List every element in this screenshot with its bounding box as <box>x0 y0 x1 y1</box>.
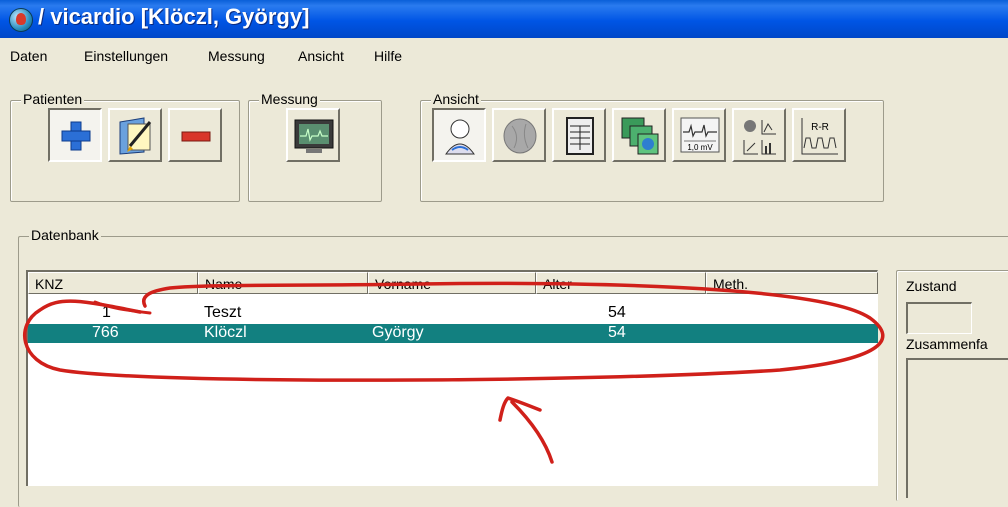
rr-interval-icon: R-R <box>801 118 838 155</box>
ansicht-group-label: Ansicht <box>431 91 481 107</box>
messung-group-label: Messung <box>259 91 320 107</box>
zustand-field[interactable] <box>906 302 972 334</box>
ecg-scale-label: 1,0 mV <box>687 143 713 152</box>
zusammenfassung-label: Zusammenfa <box>906 336 988 352</box>
view-rr-button[interactable]: R-R <box>792 108 846 162</box>
patienten-group-label: Patienten <box>21 91 85 107</box>
cell-name: Klöczl <box>204 324 247 341</box>
ecg-monitor-icon <box>294 119 334 153</box>
column-header-alter[interactable]: Alter <box>536 272 706 294</box>
add-patient-button[interactable] <box>48 108 102 162</box>
side-panel: Zustand Zusammenfa <box>896 270 1008 501</box>
menu-einstellungen[interactable]: Einstellungen <box>84 48 168 64</box>
zustand-label: Zustand <box>906 278 957 294</box>
plus-icon <box>61 121 91 151</box>
cell-knz: 1 <box>102 304 111 321</box>
remove-patient-button[interactable] <box>168 108 222 162</box>
column-header-vorname[interactable]: Vorname <box>368 272 536 294</box>
cell-alter: 54 <box>608 324 626 341</box>
zusammenfassung-field[interactable] <box>906 358 1008 498</box>
menu-ansicht[interactable]: Ansicht <box>298 48 344 64</box>
table-icon <box>566 117 594 155</box>
datenbank-label: Datenbank <box>29 227 101 243</box>
toolbar-area: Patienten Messung Ansicht 1,0 mV R-R <box>0 72 1008 208</box>
column-header-knz[interactable]: KNZ <box>28 272 198 294</box>
window-title: / vicardio [Klöczl, György] <box>38 4 310 29</box>
table-row-selected[interactable]: 766 Klöczl György 54 <box>28 324 878 343</box>
column-header-name[interactable]: Name <box>198 272 368 294</box>
menu-bar: Daten Einstellungen Messung Ansicht Hilf… <box>0 44 1008 70</box>
measurement-button[interactable] <box>286 108 340 162</box>
view-heart-button[interactable] <box>492 108 546 162</box>
stacked-images-icon <box>621 117 659 155</box>
heart-icon <box>503 118 537 154</box>
edit-patient-button[interactable] <box>108 108 162 162</box>
analysis-chart-icon <box>743 120 776 155</box>
view-analysis-button[interactable] <box>732 108 786 162</box>
ecg-waveform-icon: 1,0 mV <box>680 117 720 153</box>
menu-daten[interactable]: Daten <box>10 48 47 64</box>
cell-name: Teszt <box>204 304 242 321</box>
app-heart-icon[interactable] <box>9 8 33 32</box>
menu-hilfe[interactable]: Hilfe <box>374 48 402 64</box>
cell-alter: 54 <box>608 304 626 321</box>
cell-vorname: György <box>372 324 424 341</box>
view-ecg-button[interactable]: 1,0 mV <box>672 108 726 162</box>
patient-table[interactable]: KNZ Name Vorname Alter Meth. 1 Teszt 54 … <box>26 270 878 486</box>
view-table-button[interactable] <box>552 108 606 162</box>
view-patient-button[interactable] <box>432 108 486 162</box>
table-row[interactable]: 1 Teszt 54 <box>28 304 878 323</box>
menu-messung[interactable]: Messung <box>208 48 265 64</box>
title-bar[interactable]: / vicardio [Klöczl, György] <box>0 0 1008 38</box>
rr-label: R-R <box>811 122 829 133</box>
cell-knz: 766 <box>92 324 119 341</box>
minus-icon <box>181 131 211 142</box>
column-header-meth[interactable]: Meth. <box>706 272 878 294</box>
view-images-button[interactable] <box>612 108 666 162</box>
person-icon <box>445 119 475 155</box>
edit-card-icon <box>119 117 152 155</box>
